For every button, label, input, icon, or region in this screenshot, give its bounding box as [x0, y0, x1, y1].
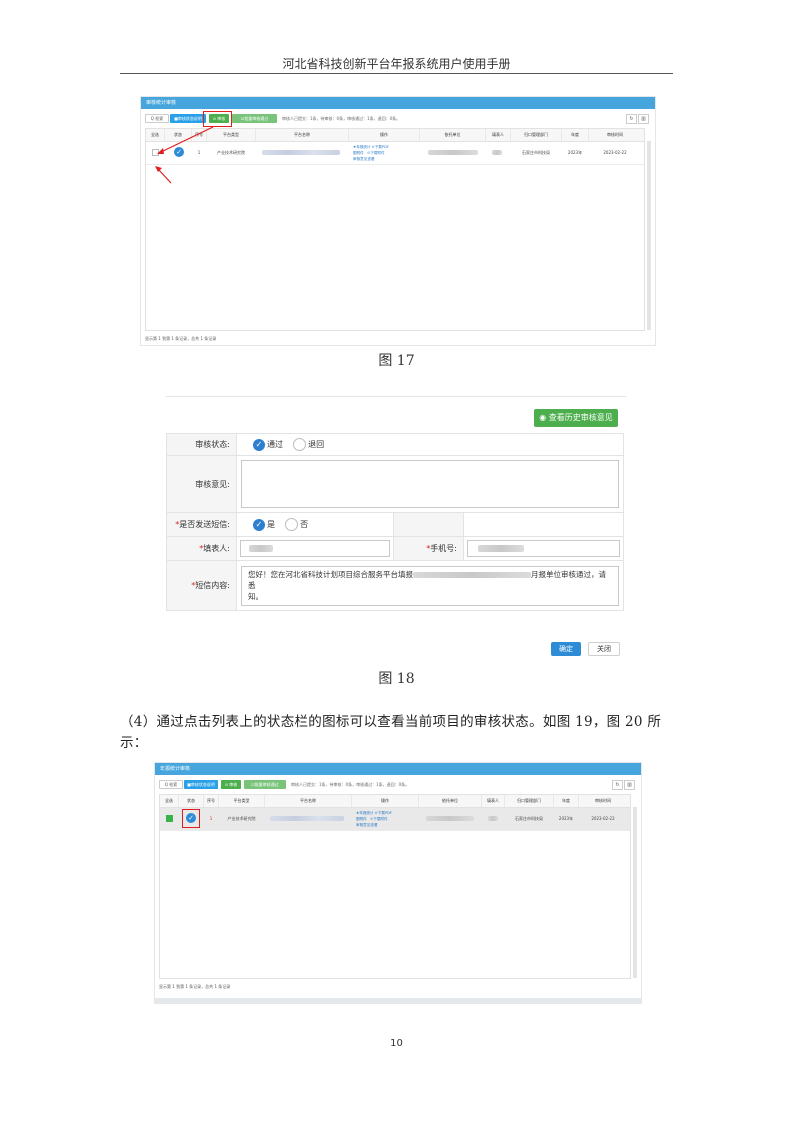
opinion-textarea[interactable]	[241, 460, 619, 508]
sms-no-radio[interactable]	[285, 518, 299, 531]
row-ops: ★年报统计 ⊙下载PDF 图附件 ⊙下载附件 审核意见查看	[356, 810, 392, 828]
figure18-caption: 图 18	[378, 671, 415, 687]
status-label: 审核状态:	[166, 433, 237, 456]
sms-text-line2: 知。	[248, 591, 263, 601]
row-index: 1	[209, 816, 213, 821]
status-legend-button[interactable]: ■审核状态说明	[184, 780, 218, 789]
col-unit: 依托单位	[419, 795, 482, 807]
redacted-name	[270, 816, 344, 821]
header-rule	[120, 73, 673, 74]
yes-label: 是	[267, 520, 275, 529]
eye-icon: ◉	[539, 413, 547, 422]
confirm-button[interactable]: 确定	[551, 642, 581, 656]
figure19-screenshot: 年报统计审核 Q 检索 ■审核状态说明 ⊙ 审核 ☑批量审核通过 审核人已提交：…	[154, 762, 642, 1004]
reject-label: 退回	[308, 440, 325, 449]
toolbar: Q 检索 ■审核状态说明 ⊙ 审核 ☑批量审核通过 审核人已提交：1条，待审核：…	[159, 779, 637, 791]
filler-input[interactable]	[240, 540, 390, 557]
pass-label: 通过	[267, 440, 283, 449]
sms-label: *是否发送短信:	[166, 512, 237, 537]
col-type: 平台类型	[219, 795, 265, 807]
phone-label: *手机号:	[393, 536, 464, 561]
grid-header: 全选 状态 序号 平台类型 平台名称 操作 依托单位 填表人 归口管理部门 年度…	[160, 795, 630, 808]
row-time: 2023-02-22	[591, 816, 615, 821]
figure17-caption: 图 17	[378, 353, 415, 369]
refresh-icon[interactable]: ↻	[612, 780, 623, 790]
scrollbar[interactable]	[633, 807, 637, 978]
redacted-filler-name	[249, 545, 273, 552]
batch-approve-button[interactable]: ☑批量审核通过	[244, 780, 286, 789]
bottom-bar	[155, 998, 641, 1003]
window-title: 年报统计审核	[155, 763, 641, 775]
view-history-button[interactable]: ◉ 查看历史审核意见	[534, 409, 618, 427]
attach-link[interactable]: 图附件	[356, 817, 367, 821]
redacted-sms-part	[413, 571, 531, 578]
search-button[interactable]: Q 检索	[159, 780, 183, 789]
redacted-filler	[488, 816, 498, 821]
col-index: 序号	[204, 795, 219, 807]
reject-radio[interactable]	[293, 438, 307, 451]
audit-form: 审核状态: ✓通过 退回 审核意见: *是否发送短信: ✓是 否 *填表人:	[166, 433, 624, 611]
col-dept: 归口管理部门	[505, 795, 554, 807]
figure18-screenshot: ◉ 查看历史审核意见 审核状态: ✓ 通过 退回 审核意见: *是否发送短信: ✓…	[166, 396, 626, 663]
status-highlight-box	[182, 809, 200, 828]
row-dept: 石家庄市科技局	[515, 816, 543, 821]
annotation-arrows	[155, 126, 214, 184]
sms-content-label: *短信内容:	[166, 560, 237, 611]
table-row[interactable]: ✓ 1 产业技术研究院 ★年报统计 ⊙下载PDF 图附件 ⊙下载附件 审核意见查…	[160, 808, 630, 831]
data-grid: 全选 状态 序号 平台类型 平台名称 操作 依托单位 填表人 归口管理部门 年度…	[159, 794, 637, 979]
redacted-unit	[426, 816, 474, 821]
redacted-phone	[478, 545, 524, 552]
col-year: 年度	[554, 795, 579, 807]
grid-footer: 显示第 1 到第 1 条记录，总共 1 条记录	[159, 984, 231, 989]
col-status: 状态	[179, 795, 204, 807]
pass-radio[interactable]: ✓	[253, 438, 265, 451]
pdf-link[interactable]: ⊙下载PDF	[375, 811, 392, 815]
no-label: 否	[300, 520, 309, 529]
figure17-screenshot: 审核统计审核 Q 检索 ■审核状态说明 ⊙ 审核 ☑批量审核通过 审核人已提交：…	[140, 96, 656, 346]
row-checkbox[interactable]	[166, 815, 173, 822]
sms-content-textarea[interactable]: 您好！您在河北省科技计划项目综合服务平台填报 月报单位审核通过，请悉 知。	[241, 565, 619, 606]
columns-icon[interactable]: ▥	[624, 780, 635, 790]
document-header-title: 河北省科技创新平台年报系统用户使用手册	[282, 57, 511, 71]
sms-text-start: 您好！您在河北省科技计划项目综合服务平台填报	[248, 569, 413, 579]
opinion-label: 审核意见:	[166, 455, 237, 513]
page-number: 10	[390, 1038, 403, 1049]
opinion-link[interactable]: 审核意见查看	[356, 823, 378, 827]
close-button[interactable]: 关闭	[588, 642, 620, 656]
col-time: 审核时间	[595, 798, 611, 803]
download-attach-link[interactable]: ⊙下载附件	[370, 817, 387, 821]
filler-label: *填表人:	[166, 536, 237, 561]
row-year: 2023年	[558, 816, 574, 821]
sms-yes-radio[interactable]: ✓	[253, 518, 265, 531]
body-paragraph: （4）通过点击列表上的状态栏的图标可以查看当前项目的审核状态。如图 19，图 2…	[120, 714, 662, 751]
audit-button[interactable]: ⊙ 审核	[221, 780, 241, 789]
stats-text: 审核人已提交：1条，待审核：0条，审核通过：1条，退回：0条。	[291, 782, 410, 787]
phone-input[interactable]	[467, 540, 620, 557]
col-ops: 操作	[352, 795, 419, 807]
col-filler: 填表人	[482, 795, 505, 807]
col-select-all[interactable]: 全选	[160, 795, 179, 807]
col-name: 平台名称	[265, 795, 352, 807]
row-type: 产业技术研究院	[227, 816, 256, 821]
stats-link[interactable]: ★年报统计	[356, 811, 374, 815]
